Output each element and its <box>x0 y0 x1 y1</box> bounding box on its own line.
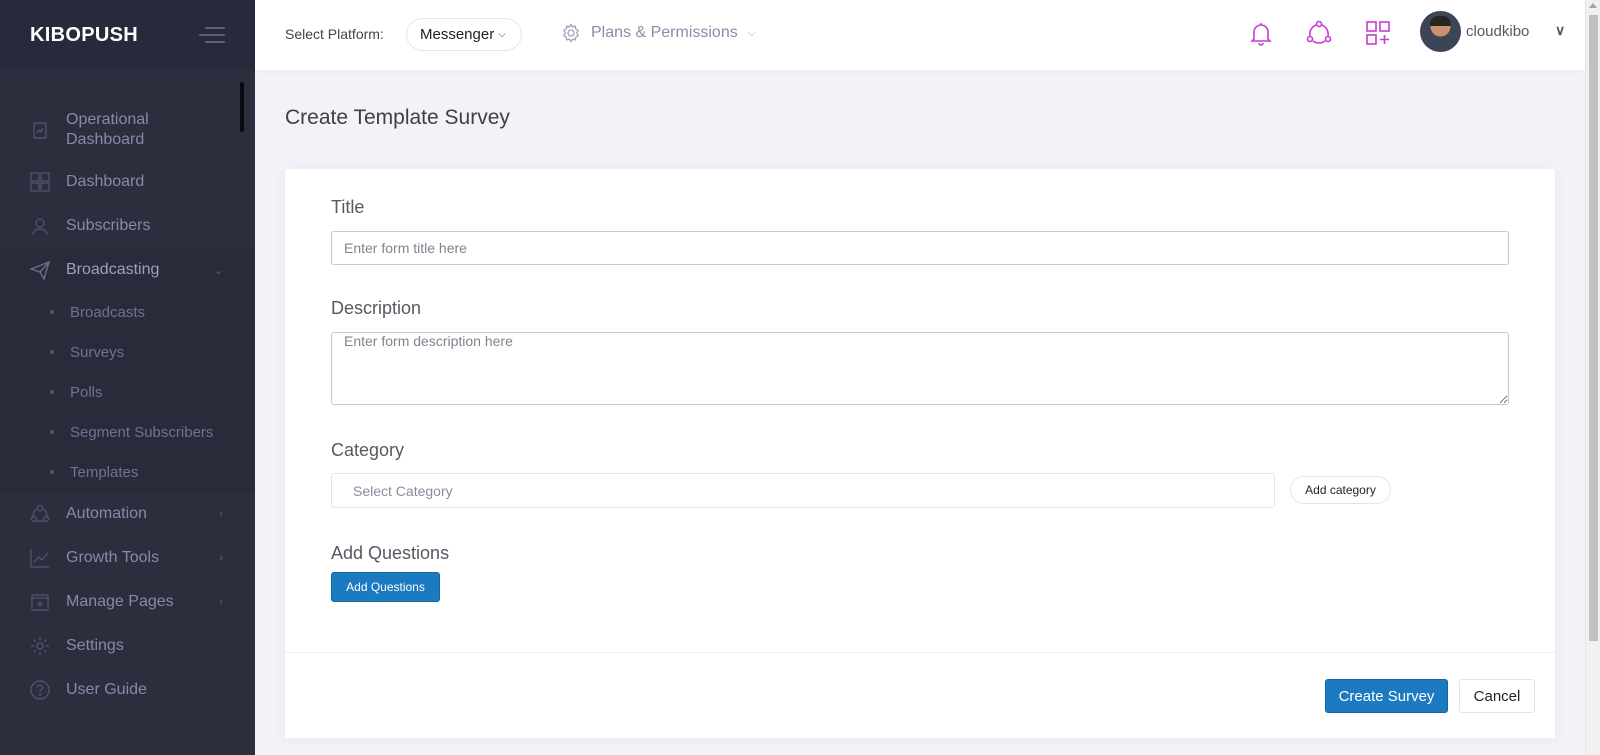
apps-add-icon[interactable] <box>1365 20 1391 46</box>
sidebar-item-label: Growth Tools <box>66 549 160 566</box>
plans-permissions-menu[interactable]: Plans & Permissions ⌵ <box>561 23 755 43</box>
sidebar-item-label: Automation <box>66 505 147 522</box>
hamburger-menu-icon[interactable] <box>199 27 225 43</box>
category-select[interactable]: Select Category <box>331 473 1275 508</box>
platform-label: Select Platform: <box>285 26 384 42</box>
chevron-right-icon: › <box>219 552 223 564</box>
top-header: Select Platform: Messenger ⌵ Plans & Per… <box>255 0 1585 70</box>
sidebar-item-subscribers[interactable]: Subscribers <box>0 204 255 248</box>
title-input[interactable] <box>331 231 1509 265</box>
sidebar-item-label: Broadcasting <box>66 261 160 278</box>
share-icon <box>30 504 50 524</box>
page-title: Create Template Survey <box>285 106 510 129</box>
sidebar-subitem-surveys[interactable]: Surveys <box>0 332 255 372</box>
sidebar-item-dashboard[interactable]: Dashboard <box>0 160 255 204</box>
chevron-right-icon: › <box>219 596 223 608</box>
sidebar-item-operational-dashboard[interactable]: Operational Dashboard <box>0 100 255 160</box>
platform-select[interactable]: Messenger ⌵ <box>406 18 522 51</box>
chevron-down-icon[interactable]: ∨ <box>1555 22 1565 39</box>
sidebar-item-user-guide[interactable]: User Guide <box>0 668 255 712</box>
sidebar-subitem-label: Surveys <box>70 343 125 361</box>
user-name[interactable]: cloudkibo <box>1466 23 1529 40</box>
broadcasting-submenu: Broadcasts Surveys Polls Segment Subscri… <box>0 292 255 492</box>
paper-plane-icon <box>30 260 50 280</box>
sidebar-subitem-label: Broadcasts <box>70 303 146 321</box>
sidebar-nav: Operational Dashboard Dashboard Subscrib… <box>0 100 255 712</box>
sidebar-subitem-broadcasts[interactable]: Broadcasts <box>0 292 255 332</box>
sidebar-subitem-templates[interactable]: Templates <box>0 452 255 492</box>
category-label: Category <box>331 440 405 460</box>
create-survey-button[interactable]: Create Survey <box>1325 679 1448 713</box>
sidebar-item-label: Manage Pages <box>66 593 174 610</box>
sidebar-item-growth-tools[interactable]: Growth Tools › <box>0 536 255 580</box>
add-questions-label: Add Questions <box>331 543 450 563</box>
chevron-right-icon: › <box>219 508 223 520</box>
description-textarea[interactable] <box>331 332 1509 405</box>
add-questions-button[interactable]: Add Questions <box>331 572 440 602</box>
sidebar-item-manage-pages[interactable]: Manage Pages › <box>0 580 255 624</box>
sidebar-subitem-segment-subscribers[interactable]: Segment Subscribers <box>0 412 255 452</box>
survey-form-card: Title Description Category Select Catego… <box>285 169 1555 738</box>
plans-permissions-label: Plans & Permissions <box>591 24 738 41</box>
brand-bar: KIBOPUSH <box>0 0 255 70</box>
sidebar: KIBOPUSH Operational Dashboard Dashboard… <box>0 0 255 755</box>
avatar[interactable] <box>1420 11 1461 52</box>
sidebar-item-broadcasting[interactable]: Broadcasting ⌄ <box>0 248 255 292</box>
line-chart-icon <box>30 548 50 568</box>
sidebar-subitem-polls[interactable]: Polls <box>0 372 255 412</box>
gear-icon <box>30 636 50 656</box>
bell-icon[interactable] <box>1248 20 1274 46</box>
title-label: Title <box>331 197 365 217</box>
scrollbar-thumb[interactable] <box>1589 15 1598 641</box>
chevron-down-icon: ⌵ <box>747 27 756 39</box>
sidebar-item-label: Dashboard <box>66 173 145 190</box>
sidebar-item-label: Settings <box>66 637 124 654</box>
help-icon <box>30 680 50 700</box>
sidebar-item-automation[interactable]: Automation › <box>0 492 255 536</box>
sidebar-item-label: Subscribers <box>66 217 151 234</box>
chevron-down-icon: ⌄ <box>213 264 223 277</box>
user-icon <box>30 216 50 236</box>
grid-icon <box>30 172 50 192</box>
sidebar-subitem-label: Polls <box>70 383 103 401</box>
sidebar-item-settings[interactable]: Settings <box>0 624 255 668</box>
sidebar-subitem-label: Templates <box>70 463 139 481</box>
gear-icon <box>563 23 579 43</box>
form-footer-divider <box>285 652 1555 653</box>
sidebar-subitem-label: Segment Subscribers <box>70 423 214 441</box>
page-scrollbar[interactable] <box>1585 0 1600 755</box>
scroll-up-arrow-icon[interactable] <box>1589 3 1597 8</box>
share-network-icon[interactable] <box>1306 20 1332 46</box>
chevron-down-icon: ⌵ <box>498 29 506 40</box>
sidebar-item-label: Operational Dashboard <box>66 111 149 148</box>
sidebar-item-label: User Guide <box>66 681 147 698</box>
add-category-button[interactable]: Add category <box>1290 476 1391 504</box>
description-label: Description <box>331 298 422 318</box>
cancel-button[interactable]: Cancel <box>1459 679 1535 713</box>
brand-logo: KIBOPUSH <box>30 23 138 46</box>
category-select-placeholder: Select Category <box>353 482 453 499</box>
platform-select-value: Messenger <box>420 26 495 43</box>
chart-clipboard-icon <box>30 120 50 140</box>
add-page-icon <box>30 592 50 612</box>
